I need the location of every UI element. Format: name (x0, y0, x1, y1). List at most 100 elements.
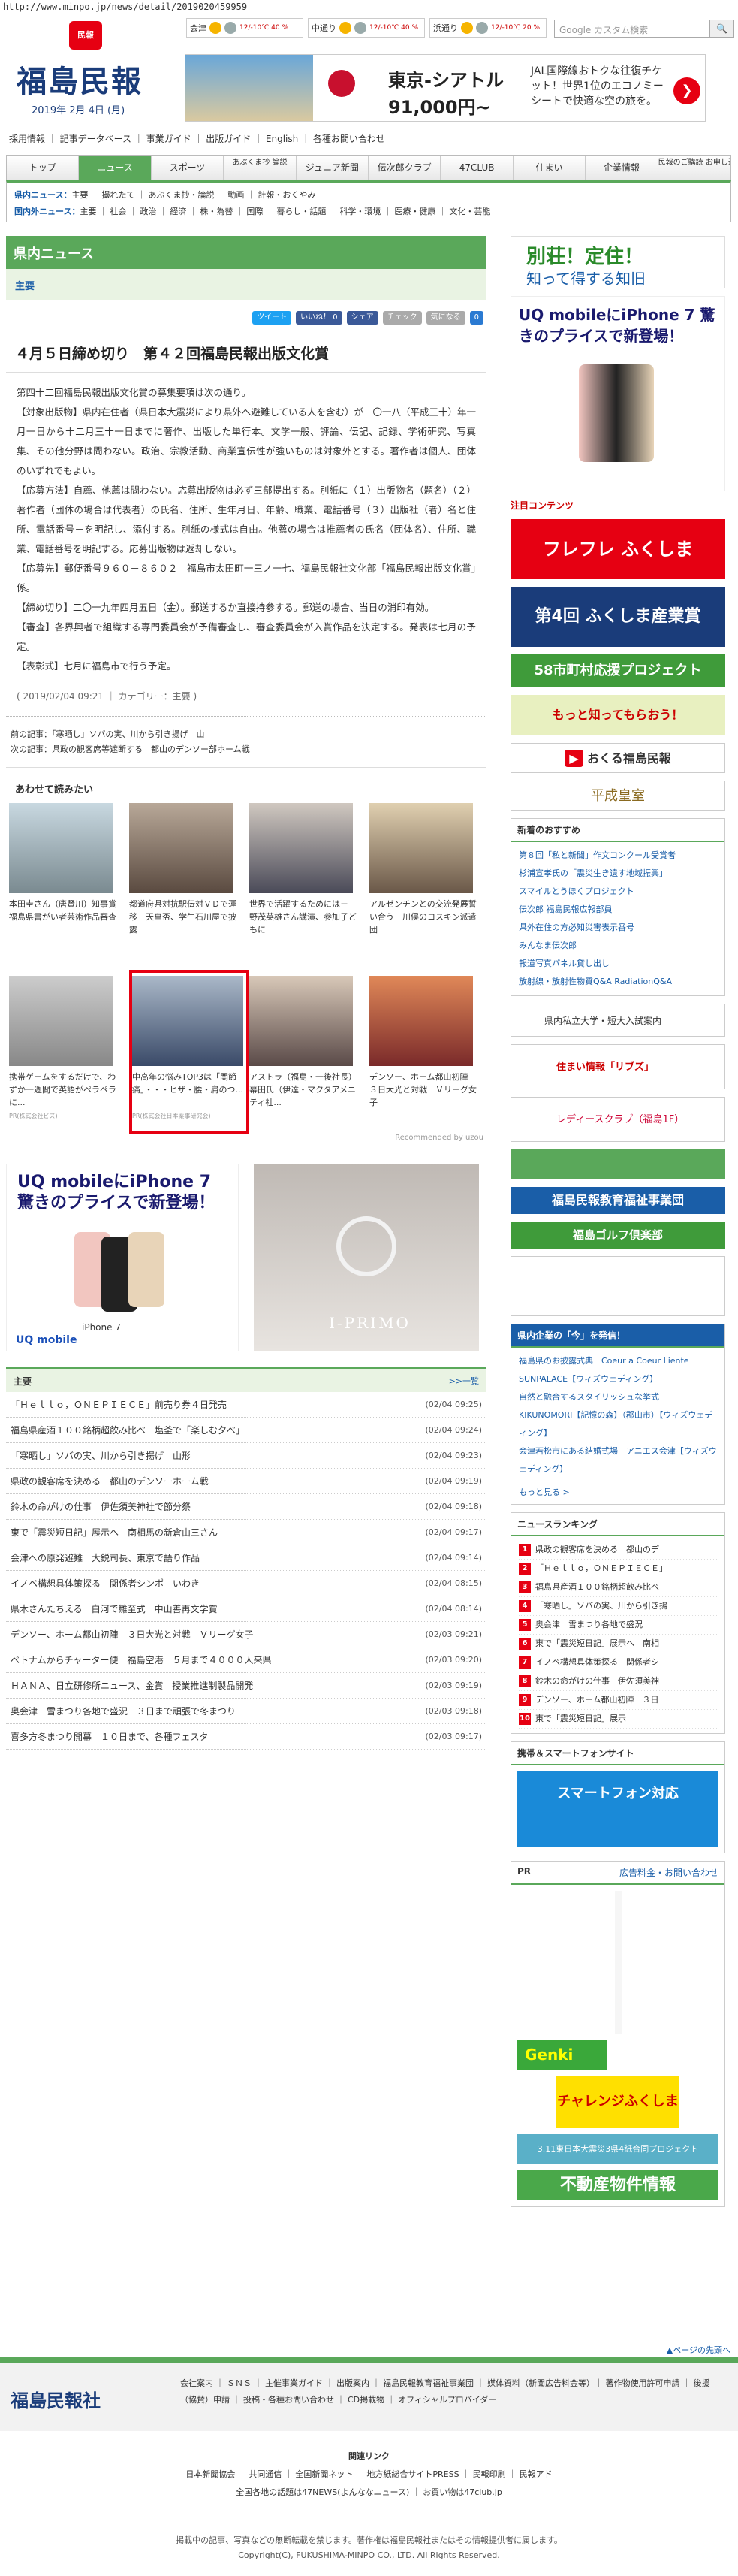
mixi-check-button[interactable]: チェック (382, 311, 422, 325)
shichoson-banner[interactable]: 58市町村応援プロジェクト (511, 654, 725, 687)
ranking-item[interactable]: 2 「Ｈｅｌｌｏ，ＯＮＥＰＩＥＣＥ」 (519, 1560, 717, 1578)
weather-aizu[interactable]: 会津 12/-10℃ 40 % (186, 18, 303, 38)
new-recommend-item[interactable]: 第８回「私と新聞」作文コンクール受賞者 (519, 847, 717, 865)
ranking-item[interactable]: 5 奥会津 雪まつり各地で盛況 (519, 1616, 717, 1635)
news-list-item[interactable]: 県木さんたちえる 白河で雛至式 中山善再文学賞 (02/04 08:14) (6, 1596, 486, 1622)
lady-banner[interactable]: レディースクラブ（福島1F） (511, 1097, 725, 1142)
news-headline[interactable]: 県木さんたちえる 白河で雛至式 中山善再文学賞 (11, 1596, 218, 1621)
nav-news[interactable]: ニュース (79, 156, 152, 180)
category-links[interactable]: 主要 ｜ 社会 ｜ 政治 ｜ 経済 ｜ 株・為替 ｜ 国際 ｜ 暮らし・話題 ｜… (80, 207, 490, 216)
iprimo-ad[interactable]: I-PRIMO (254, 1164, 479, 1351)
category-links[interactable]: 主要 ｜ 撮れたて ｜ あぶくま抄・論説 ｜ 動画 ｜ 計報・おくやみ (71, 190, 315, 200)
pr-logo-grid[interactable] (517, 1891, 718, 2034)
news-headline[interactable]: イノベ構想具体策探る 関係者シンポ いわき (11, 1571, 200, 1596)
ranking-item[interactable]: 4 「寒晒し」ソバの実、川から引き揚 (519, 1597, 717, 1616)
denjiro-salon-banner[interactable] (511, 1256, 725, 1316)
news-headline[interactable]: 「Ｈｅｌｌｏ，ＯＮＥＰＩＥＣＥ」前売り券４日発売 (11, 1392, 227, 1417)
url-bar[interactable]: http://www.minpo.jp/news/detail/20190204… (0, 0, 738, 14)
47-banner[interactable] (511, 1149, 725, 1179)
ranking-item[interactable]: 3 福島県産酒１００銘柄超飲み比べ (519, 1578, 717, 1597)
side-uq-ad[interactable]: UQ mobileにiPhone 7 驚きのプライスで新登場！ (511, 296, 725, 491)
news-headline[interactable]: 喜多方冬まつり開幕 １０日まで、各種フェスタ (11, 1724, 209, 1749)
related-tile[interactable]: 本田圭さん（唐賢川）知事賞 福島県書がい者芸術作品審査 (9, 803, 120, 937)
news-headline[interactable]: 鈴木の命がけの仕事 伊佐須美神社で節分祭 (11, 1494, 191, 1519)
recommended-by[interactable]: Recommended by uzou (395, 1134, 483, 1142)
news-list-item[interactable]: 県政の観客席を決める 都山のデンソーホーム戦 (02/04 09:19) (6, 1469, 486, 1494)
nav-company[interactable]: 企業情報 (586, 156, 658, 180)
search-input[interactable]: Google カスタム検索 (555, 20, 709, 37)
project-banner[interactable]: 3.11東日本大震災3県4紙合同プロジェクト (517, 2134, 718, 2164)
news-list-item[interactable]: 鈴木の命がけの仕事 伊佐須美神社で節分祭 (02/04 09:18) (6, 1494, 486, 1520)
nav-subscribe[interactable]: 民報のご購読 お申し込み (658, 156, 731, 180)
news-headline[interactable]: 東で「震災短日記」展示へ 南相馬の新倉由三さん (11, 1520, 218, 1545)
release-more[interactable]: もっと見る > (511, 1483, 724, 1504)
smartphone-banner[interactable]: スマートフォン対応 (517, 1771, 718, 1847)
news-headline[interactable]: 奥会津 雪まつり各地で盛況 ３日まで頑張で冬まつり (11, 1699, 236, 1723)
news-list-item[interactable]: 「寒晒し」ソバの実、川から引き揚げ 山形 (02/04 09:23) (6, 1443, 486, 1469)
new-recommend-item[interactable]: 伝次郎 福島民報広報部員 (519, 901, 717, 919)
news-list-more[interactable]: >>一覧 (449, 1375, 479, 1386)
bessou-banner[interactable]: 別荘！定住！ 知って得する知旧 (511, 236, 725, 288)
weather-nakadori[interactable]: 中通り 12/-10℃ 40 % (308, 18, 425, 38)
genki-banner[interactable]: Genki (517, 2040, 607, 2070)
news-headline[interactable]: デンソー、ホーム都山初陣 ３日大光と対戦 Ｖリーグ女子 (11, 1622, 254, 1647)
new-recommend-item[interactable]: 報道写真パネル貸し出し (519, 955, 717, 973)
sangyo-banner[interactable]: 第4回 ふくしま産業賞 (511, 587, 725, 647)
news-list-item[interactable]: 会津への原発避難 大鋭司長、東京で語り作品 (02/04 09:14) (6, 1545, 486, 1571)
search-icon[interactable]: 🔍 (709, 20, 733, 37)
univ-banner[interactable]: 県内私立大学・短大入試案内 (511, 1004, 725, 1037)
weather-hamadori[interactable]: 浜通り 12/-10℃ 20 % (429, 18, 547, 38)
utility-links[interactable]: 採用情報 ｜ 記事データベース ｜ 事業ガイド ｜ 出版ガイド ｜ Englis… (9, 132, 385, 145)
header-ad-banner[interactable]: 東京-シアトル 91,000円~ JAL国際線おトクな往復チケット！世界1位のエ… (185, 54, 706, 122)
arrow-right-icon[interactable]: ❯ (673, 77, 700, 104)
news-headline[interactable]: ＨＡＮＡ、日立研修所ニュース、金賞 授業推進制製品開発 (11, 1673, 253, 1698)
release-item[interactable]: 福島県のお披露式典 Coeur a Coeur Liente SUNPALACE… (519, 1352, 717, 1388)
ranking-item[interactable]: 6 東で「震災短日記」展示へ 南相 (519, 1635, 717, 1653)
related-tile-pr[interactable]: 携帯ゲームをするだけで、わずか一週間で英語がペラペラに... PR(株式会社ビズ) (9, 976, 120, 1120)
news-list-item[interactable]: ベトナムからチャーター便 福島空港 ５月まで４０００人来県 (02/03 09:2… (6, 1647, 486, 1673)
new-recommend-item[interactable]: 県外在住の方必知災害表示番号 (519, 919, 717, 937)
hatena-button[interactable]: 0 (469, 311, 483, 325)
news-headline[interactable]: 会津への原発避難 大鋭司長、東京で語り作品 (11, 1545, 200, 1570)
news-headline[interactable]: 県政の観客席を決める 都山のデンソーホーム戦 (11, 1469, 209, 1493)
news-headline[interactable]: 「寒晒し」ソバの実、川から引き揚げ 山形 (11, 1443, 191, 1468)
related-tile[interactable]: 都道府県対抗駅伝対ＶＤで運移 天皇盃、学生石川屋で披露 (129, 803, 240, 937)
collect-banner[interactable]: もっと知ってもらおう！ (511, 695, 725, 735)
related-tile[interactable]: デンソー、ホーム都山初陣 ３日大光と対戦 Ｖリーグ女子 (369, 976, 480, 1110)
nav-sports[interactable]: スポーツ (152, 156, 224, 180)
new-recommend-item[interactable]: 放射線・放射性物質Q&A RadiationQ&A (519, 973, 717, 991)
subcategory-label[interactable]: 主要 (15, 281, 35, 292)
related-tile[interactable]: アルゼンチンとの交流発展誓い合う 川俣のコスキン派遣団 (369, 803, 480, 937)
kyoiku-banner[interactable]: 福島民報教育福祉事業団 (511, 1187, 725, 1214)
ranking-item[interactable]: 10 東で「震災短日記」展示 (519, 1710, 717, 1729)
news-headline[interactable]: 福島県産酒１００銘柄超飲み比べ 塩釜で「楽しむ夕べ」 (11, 1418, 245, 1442)
nav-top[interactable]: トップ (7, 156, 80, 180)
prev-article-link[interactable]: 前の記事：「寒晒し」ソバの実、川から引き揚げ 山 (11, 727, 482, 742)
golf-banner[interactable]: 福島ゴルフ倶楽部 (511, 1222, 725, 1249)
news-list-item[interactable]: 喜多方冬まつり開幕 １０日まで、各種フェスタ (02/03 09:17) (6, 1724, 486, 1750)
ranking-item[interactable]: 8 鈴木の命がけの仕事 伊佐須美神 (519, 1672, 717, 1691)
news-list-item[interactable]: 福島県産酒１００銘柄超飲み比べ 塩釜で「楽しむ夕べ」 (02/04 09:24) (6, 1418, 486, 1443)
nav-denjiro[interactable]: 伝次郎クラブ (369, 156, 441, 180)
nav-sumai[interactable]: 住まい (514, 156, 586, 180)
footer-links[interactable]: 会社案内 ｜ ＳＮＳ ｜ 主催事業ガイド ｜ 出版案内 ｜ 福島民報教育福祉事業… (180, 2375, 721, 2408)
tweet-button[interactable]: ツイート (252, 311, 292, 325)
page-top-link[interactable]: ▲ページの先頭へ (667, 2344, 730, 2356)
related-links-row[interactable]: 日本新聞協会 ｜ 共同通信 ｜ 全国新聞ネット ｜ 地方紙総合サイトPRESS … (0, 2466, 738, 2484)
new-recommend-item[interactable]: スマイルとうほくプロジェクト (519, 883, 717, 901)
facebook-share-button[interactable]: シェア (346, 311, 378, 325)
fudosan-banner[interactable]: 不動産物件情報 (517, 2170, 718, 2200)
like-button[interactable]: いいね！ 0 (296, 311, 342, 325)
ranking-item[interactable]: 7 イノベ構想具体策探る 関係者シ (519, 1653, 717, 1672)
related-tile[interactable]: 世界で活躍するためには－ 野茂英雄さん講演、参加子どもに (249, 803, 360, 937)
next-article-link[interactable]: 次の記事：県政の観客席等遮断する 都山のデンソー部ホーム戦 (11, 742, 482, 757)
youtube-banner[interactable]: ▶ おくる福島民報 (511, 743, 725, 773)
ranking-item[interactable]: 1 県政の観客席を決める 都山のデ (519, 1541, 717, 1560)
news-list-item[interactable]: 東で「震災短日記」展示へ 南相馬の新倉由三さん (02/04 09:17) (6, 1520, 486, 1545)
bookmark-button[interactable]: 気になる (426, 311, 465, 325)
news-list-item[interactable]: デンソー、ホーム都山初陣 ３日大光と対戦 Ｖリーグ女子 (02/03 09:21) (6, 1622, 486, 1647)
related-tile[interactable]: アストラ（福島・一後社長）幕田氏（伊達・マクタアメニティ社... (249, 976, 360, 1110)
news-list-item[interactable]: 「Ｈｅｌｌｏ，ＯＮＥＰＩＥＣＥ」前売り券４日発売 (02/04 09:25) (6, 1392, 486, 1418)
nav-junior[interactable]: ジュニア新聞 (297, 156, 369, 180)
site-logo[interactable]: 民報 福島民報 2019年 2月 4日 (月) (9, 21, 167, 119)
